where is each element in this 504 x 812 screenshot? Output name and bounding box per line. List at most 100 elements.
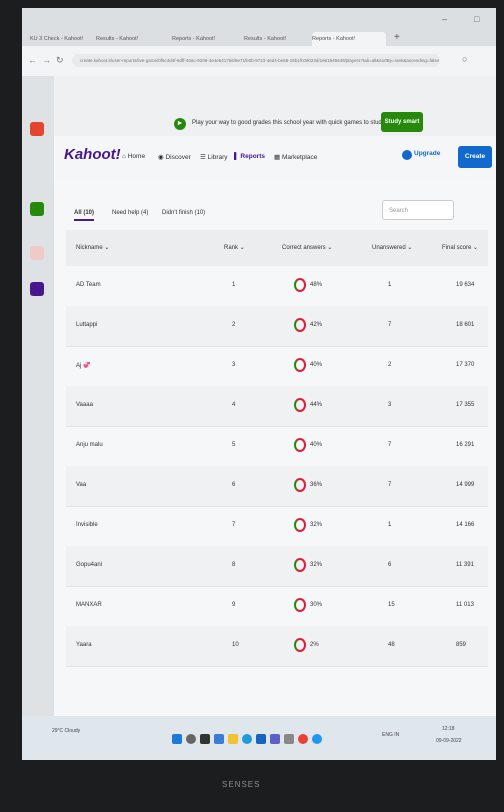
table-row[interactable]: Invisible 7 32% 1 14 166 <box>66 506 488 547</box>
rank-cell: 6 <box>232 482 236 488</box>
unanswered-cell: 1 <box>388 522 392 528</box>
rank-cell: 8 <box>232 562 236 568</box>
unanswered-cell: 15 <box>388 602 395 608</box>
header-rank[interactable]: Rank ⌄ <box>224 244 245 251</box>
correct-donut-icon <box>294 438 306 452</box>
task-view-icon[interactable] <box>200 734 210 744</box>
nickname-cell: MANXAR <box>76 602 102 608</box>
score-cell: 14 999 <box>456 482 475 488</box>
nav-marketplace[interactable]: ▦ Marketplace <box>274 153 317 161</box>
table-row[interactable]: Anju malu 5 40% 7 16 291 <box>66 426 488 467</box>
header-nickname[interactable]: Nickname ⌄ <box>76 244 109 251</box>
new-tab-button[interactable]: + <box>394 32 400 44</box>
upgrade-link[interactable]: Upgrade <box>414 150 440 157</box>
clock-date[interactable]: 09-09-2022 <box>436 738 462 744</box>
teams-icon[interactable] <box>270 734 280 744</box>
rank-cell: 9 <box>232 602 236 608</box>
table-row[interactable]: Luttappi 2 42% 7 18 601 <box>66 306 488 347</box>
nickname-cell: Luttappi <box>76 322 98 328</box>
browser-tab-strip: KU 3 Check - Kahoot! Results - Kahoot! R… <box>22 8 496 46</box>
app-icon[interactable] <box>30 246 44 260</box>
rank-cell: 2 <box>232 322 236 328</box>
filter-needs-help[interactable]: Need help (4) <box>112 210 148 216</box>
score-cell: 859 <box>456 642 467 648</box>
language-indicator[interactable]: ENG IN <box>382 732 399 738</box>
table-header: Nickname ⌄ Rank ⌄ Correct answers ⌄ Unan… <box>66 230 488 266</box>
unanswered-cell: 2 <box>388 362 392 368</box>
weather-widget[interactable]: 29°C Cloudy <box>52 728 80 734</box>
settings-icon[interactable] <box>284 734 294 744</box>
browser-tab-active[interactable]: Reports - Kahoot! <box>312 32 386 46</box>
correct-donut-icon <box>294 398 306 412</box>
edge-icon[interactable] <box>242 734 252 744</box>
taskbar: 29°C Cloudy ENG IN 12:18 09-09-2022 <box>22 716 496 760</box>
app-icon[interactable] <box>30 282 44 296</box>
chrome-icon[interactable] <box>298 734 308 744</box>
maximize-icon[interactable]: □ <box>474 14 479 24</box>
filter-all[interactable]: All (10) <box>74 210 95 221</box>
nav-reports[interactable]: ▌ Reports <box>234 153 265 160</box>
correct-cell: 48% <box>310 282 323 288</box>
rank-cell: 1 <box>232 282 236 288</box>
kahoot-logo[interactable]: Kahoot! <box>64 146 121 163</box>
reload-icon[interactable]: ↻ <box>56 55 64 66</box>
search-input[interactable]: Search <box>382 200 454 220</box>
clock-time[interactable]: 12:18 <box>442 726 455 732</box>
score-cell: 19 634 <box>456 282 475 288</box>
upgrade-icon <box>402 150 412 160</box>
header-correct-answers[interactable]: Correct answers ⌄ <box>282 244 332 251</box>
app-icon[interactable] <box>312 734 322 744</box>
search-icon[interactable] <box>186 734 196 744</box>
browser-tab[interactable]: Reports - Kahoot! <box>172 32 234 46</box>
forward-icon[interactable]: → <box>42 55 51 65</box>
browser-tab[interactable]: Results - Kahoot! <box>244 32 306 46</box>
minimize-icon[interactable]: – <box>442 14 447 24</box>
store-icon[interactable] <box>256 734 266 744</box>
table-row[interactable]: Aj 💞 3 40% 2 17 370 <box>66 346 488 387</box>
nav-library[interactable]: ☰ Library <box>200 153 228 161</box>
browser-sidebar <box>22 76 54 716</box>
table-row[interactable]: AD Team 1 48% 1 19 634 <box>66 266 488 307</box>
unanswered-cell: 7 <box>388 442 392 448</box>
browser-tab[interactable]: KU 3 Check - Kahoot! <box>30 32 92 46</box>
filter-didnt-finish[interactable]: Didn't finish (10) <box>162 210 205 216</box>
nav-discover[interactable]: ◉ Discover <box>158 153 191 161</box>
correct-cell: 2% <box>310 642 319 648</box>
study-smart-button[interactable]: Study smart <box>381 112 423 132</box>
table-row[interactable]: Vaaaa 4 44% 3 17 355 <box>66 386 488 427</box>
nickname-cell: Vaa <box>76 482 87 488</box>
table-row[interactable]: Yaara 10 2% 48 859 <box>66 626 488 667</box>
widgets-icon[interactable] <box>214 734 224 744</box>
header-final-score[interactable]: Final score ⌄ <box>442 244 478 251</box>
create-button[interactable]: Create <box>458 146 492 168</box>
correct-donut-icon <box>294 598 306 612</box>
url-field[interactable]: create.kahoot.it/user-reports/live-game/… <box>72 54 440 67</box>
nickname-cell: Vaaaa <box>76 402 93 408</box>
correct-cell: 36% <box>310 482 323 488</box>
rank-cell: 3 <box>232 362 236 368</box>
correct-donut-icon <box>294 518 306 532</box>
header-unanswered[interactable]: Unanswered ⌄ <box>372 244 412 251</box>
nav-home[interactable]: ⌂ Home <box>122 153 145 160</box>
table-row[interactable]: MANXAR 9 30% 15 11 013 <box>66 586 488 627</box>
unanswered-cell: 48 <box>388 642 395 648</box>
file-explorer-icon[interactable] <box>228 734 238 744</box>
table-row[interactable]: Gopu4ani 8 32% 6 11 391 <box>66 546 488 587</box>
app-icon[interactable] <box>30 202 44 216</box>
browser-tab[interactable]: Results - Kahoot! <box>96 32 158 46</box>
back-icon[interactable]: ← <box>28 55 37 65</box>
correct-donut-icon <box>294 358 306 372</box>
correct-cell: 30% <box>310 602 323 608</box>
nickname-cell: AD Team <box>76 282 101 288</box>
score-cell: 11 391 <box>456 562 474 568</box>
nickname-cell: Anju malu <box>76 442 103 448</box>
screen: KU 3 Check - Kahoot! Results - Kahoot! R… <box>22 8 496 760</box>
correct-cell: 42% <box>310 322 323 328</box>
rank-cell: 4 <box>232 402 236 408</box>
rank-cell: 7 <box>232 522 236 528</box>
profile-icon[interactable]: ○ <box>462 54 467 64</box>
app-icon[interactable] <box>30 122 44 136</box>
table-row[interactable]: Vaa 6 36% 7 14 999 <box>66 466 488 507</box>
start-icon[interactable] <box>172 734 182 744</box>
banner-text: Play your way to good grades this school… <box>192 120 414 126</box>
